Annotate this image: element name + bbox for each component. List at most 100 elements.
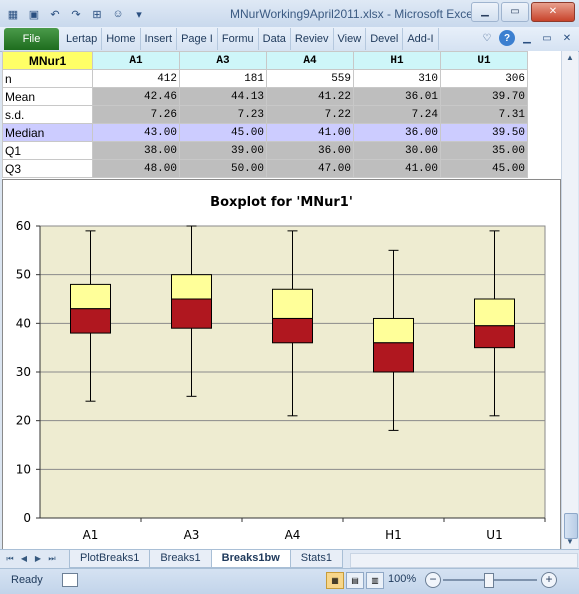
row-label[interactable]: Mean [2,87,93,106]
macro-record-icon[interactable] [62,573,78,587]
tab-add-ins[interactable]: Add-I [403,28,439,50]
header-cell-a3[interactable]: A3 [179,51,267,70]
sheet-tab-breaks1[interactable]: Breaks1 [149,550,212,568]
row-label[interactable]: Median [2,123,93,142]
next-sheet-icon[interactable]: ▶ [32,552,44,566]
boxplot-chart[interactable]: Boxplot for 'MNur1' 0 10 20 30 40 50 60 A1 A3 A4 H… [2,179,561,549]
table-cell[interactable]: 7.22 [266,105,354,124]
tab-developer[interactable]: Devel [366,28,404,50]
prev-sheet-icon[interactable]: ◀ [18,552,30,566]
vertical-scrollbar[interactable]: ▲ ▼ [561,51,578,549]
table-cell[interactable]: 38.00 [92,141,180,160]
restore-window-icon[interactable]: ▭ [539,30,555,46]
table-cell[interactable]: 39.50 [440,123,528,142]
scroll-down-icon[interactable]: ▼ [564,537,576,547]
status-bar: Ready ▦ ▤ ▥ 100% − + [0,568,579,594]
page-break-view-icon[interactable]: ▥ [366,572,384,589]
table-cell[interactable]: 48.00 [92,159,180,178]
y-tick-label: 40 [16,316,31,330]
zoom-level[interactable]: 100% [388,573,416,585]
layout-icon[interactable]: ⊞ [88,5,106,23]
sheet-tab-bar: ⏮ ◀ ▶ ⏭ PlotBreaks1 Breaks1 Breaks1bw St… [0,549,579,569]
save-icon[interactable]: ▣ [25,5,43,23]
header-cell-h1[interactable]: H1 [353,51,441,70]
table-cell[interactable]: 41.00 [266,123,354,142]
row-label[interactable]: n [2,69,93,88]
table-cell[interactable]: 44.13 [179,87,267,106]
header-cell-u1[interactable]: U1 [440,51,528,70]
zoom-slider-thumb[interactable] [484,573,494,588]
table-cell[interactable]: 7.23 [179,105,267,124]
table-row-sd: s.d. 7.26 7.23 7.22 7.24 7.31 [2,105,528,124]
table-cell[interactable]: 39.00 [179,141,267,160]
zoom-in-icon[interactable]: + [541,572,557,588]
tab-page-layout[interactable]: Page I [177,28,218,50]
table-cell[interactable]: 43.00 [92,123,180,142]
table-cell[interactable]: 310 [353,69,441,88]
table-cell[interactable]: 7.24 [353,105,441,124]
row-label[interactable]: Q3 [2,159,93,178]
x-tick-label: A1 [83,528,99,542]
table-cell[interactable]: 306 [440,69,528,88]
worksheet-area[interactable]: MNur1 A1 A3 A4 H1 U1 n 412 181 559 310 3… [2,51,561,549]
tab-insert[interactable]: Insert [141,28,178,50]
table-cell[interactable]: 39.70 [440,87,528,106]
tab-formulas[interactable]: Formu [218,28,259,50]
maximize-button[interactable]: ▭ [501,2,529,22]
header-cell-scale[interactable]: MNur1 [2,51,93,70]
y-tick-label: 30 [16,365,31,379]
file-tab[interactable]: File [4,28,59,50]
table-cell[interactable]: 47.00 [266,159,354,178]
ribbon-right-icons: ♡ ? ▁ ▭ ✕ [479,30,575,46]
normal-view-icon[interactable]: ▦ [326,572,344,589]
customize-toolbar-icon[interactable]: ▾ [130,5,148,23]
row-label[interactable]: s.d. [2,105,93,124]
sheet-tab-breaks1bw[interactable]: Breaks1bw [210,550,291,568]
row-label[interactable]: Q1 [2,141,93,160]
close-button[interactable]: ✕ [531,2,575,22]
chevron-down-icon[interactable]: ♡ [479,30,495,46]
table-cell[interactable]: 41.22 [266,87,354,106]
header-cell-a1[interactable]: A1 [92,51,180,70]
tab-data[interactable]: Data [259,28,291,50]
close-workbook-icon[interactable]: ✕ [559,30,575,46]
table-cell[interactable]: 36.01 [353,87,441,106]
table-cell[interactable]: 45.00 [440,159,528,178]
tab-home[interactable]: Home [102,28,141,50]
minimize-button[interactable]: ▁ [471,2,499,22]
sheet-tab-stats1[interactable]: Stats1 [289,550,343,568]
excel-app-icon[interactable]: ▦ [4,5,22,23]
table-cell[interactable]: 35.00 [440,141,528,160]
vertical-scroll-thumb[interactable] [564,513,578,539]
help-icon[interactable]: ? [499,30,515,46]
redo-icon[interactable]: ↷ [67,5,85,23]
table-cell[interactable]: 559 [266,69,354,88]
table-cell[interactable]: 7.26 [92,105,180,124]
table-cell[interactable]: 42.46 [92,87,180,106]
table-cell[interactable]: 45.00 [179,123,267,142]
view-buttons: ▦ ▤ ▥ [326,572,384,589]
page-layout-view-icon[interactable]: ▤ [346,572,364,589]
last-sheet-icon[interactable]: ⏭ [46,552,58,566]
table-cell[interactable]: 36.00 [266,141,354,160]
smiley-icon[interactable]: ☺ [109,5,127,23]
horizontal-scrollbar[interactable] [350,553,578,568]
table-cell[interactable]: 50.00 [179,159,267,178]
scroll-up-icon[interactable]: ▲ [564,53,576,63]
header-cell-a4[interactable]: A4 [266,51,354,70]
undo-icon[interactable]: ↶ [46,5,64,23]
table-cell[interactable]: 30.00 [353,141,441,160]
minimize-window-icon[interactable]: ▁ [519,30,535,46]
sheet-tab-plotbreaks1[interactable]: PlotBreaks1 [69,550,151,568]
table-cell[interactable]: 7.31 [440,105,528,124]
tab-view[interactable]: View [334,28,367,50]
tab-lertap[interactable]: Lertap [62,28,103,50]
table-cell[interactable]: 41.00 [353,159,441,178]
table-cell[interactable]: 36.00 [353,123,441,142]
table-cell[interactable]: 181 [179,69,267,88]
table-cell[interactable]: 412 [92,69,180,88]
table-row-q1: Q1 38.00 39.00 36.00 30.00 35.00 [2,141,528,160]
first-sheet-icon[interactable]: ⏮ [4,552,16,566]
tab-review[interactable]: Reviev [291,28,334,50]
zoom-out-icon[interactable]: − [425,572,441,588]
